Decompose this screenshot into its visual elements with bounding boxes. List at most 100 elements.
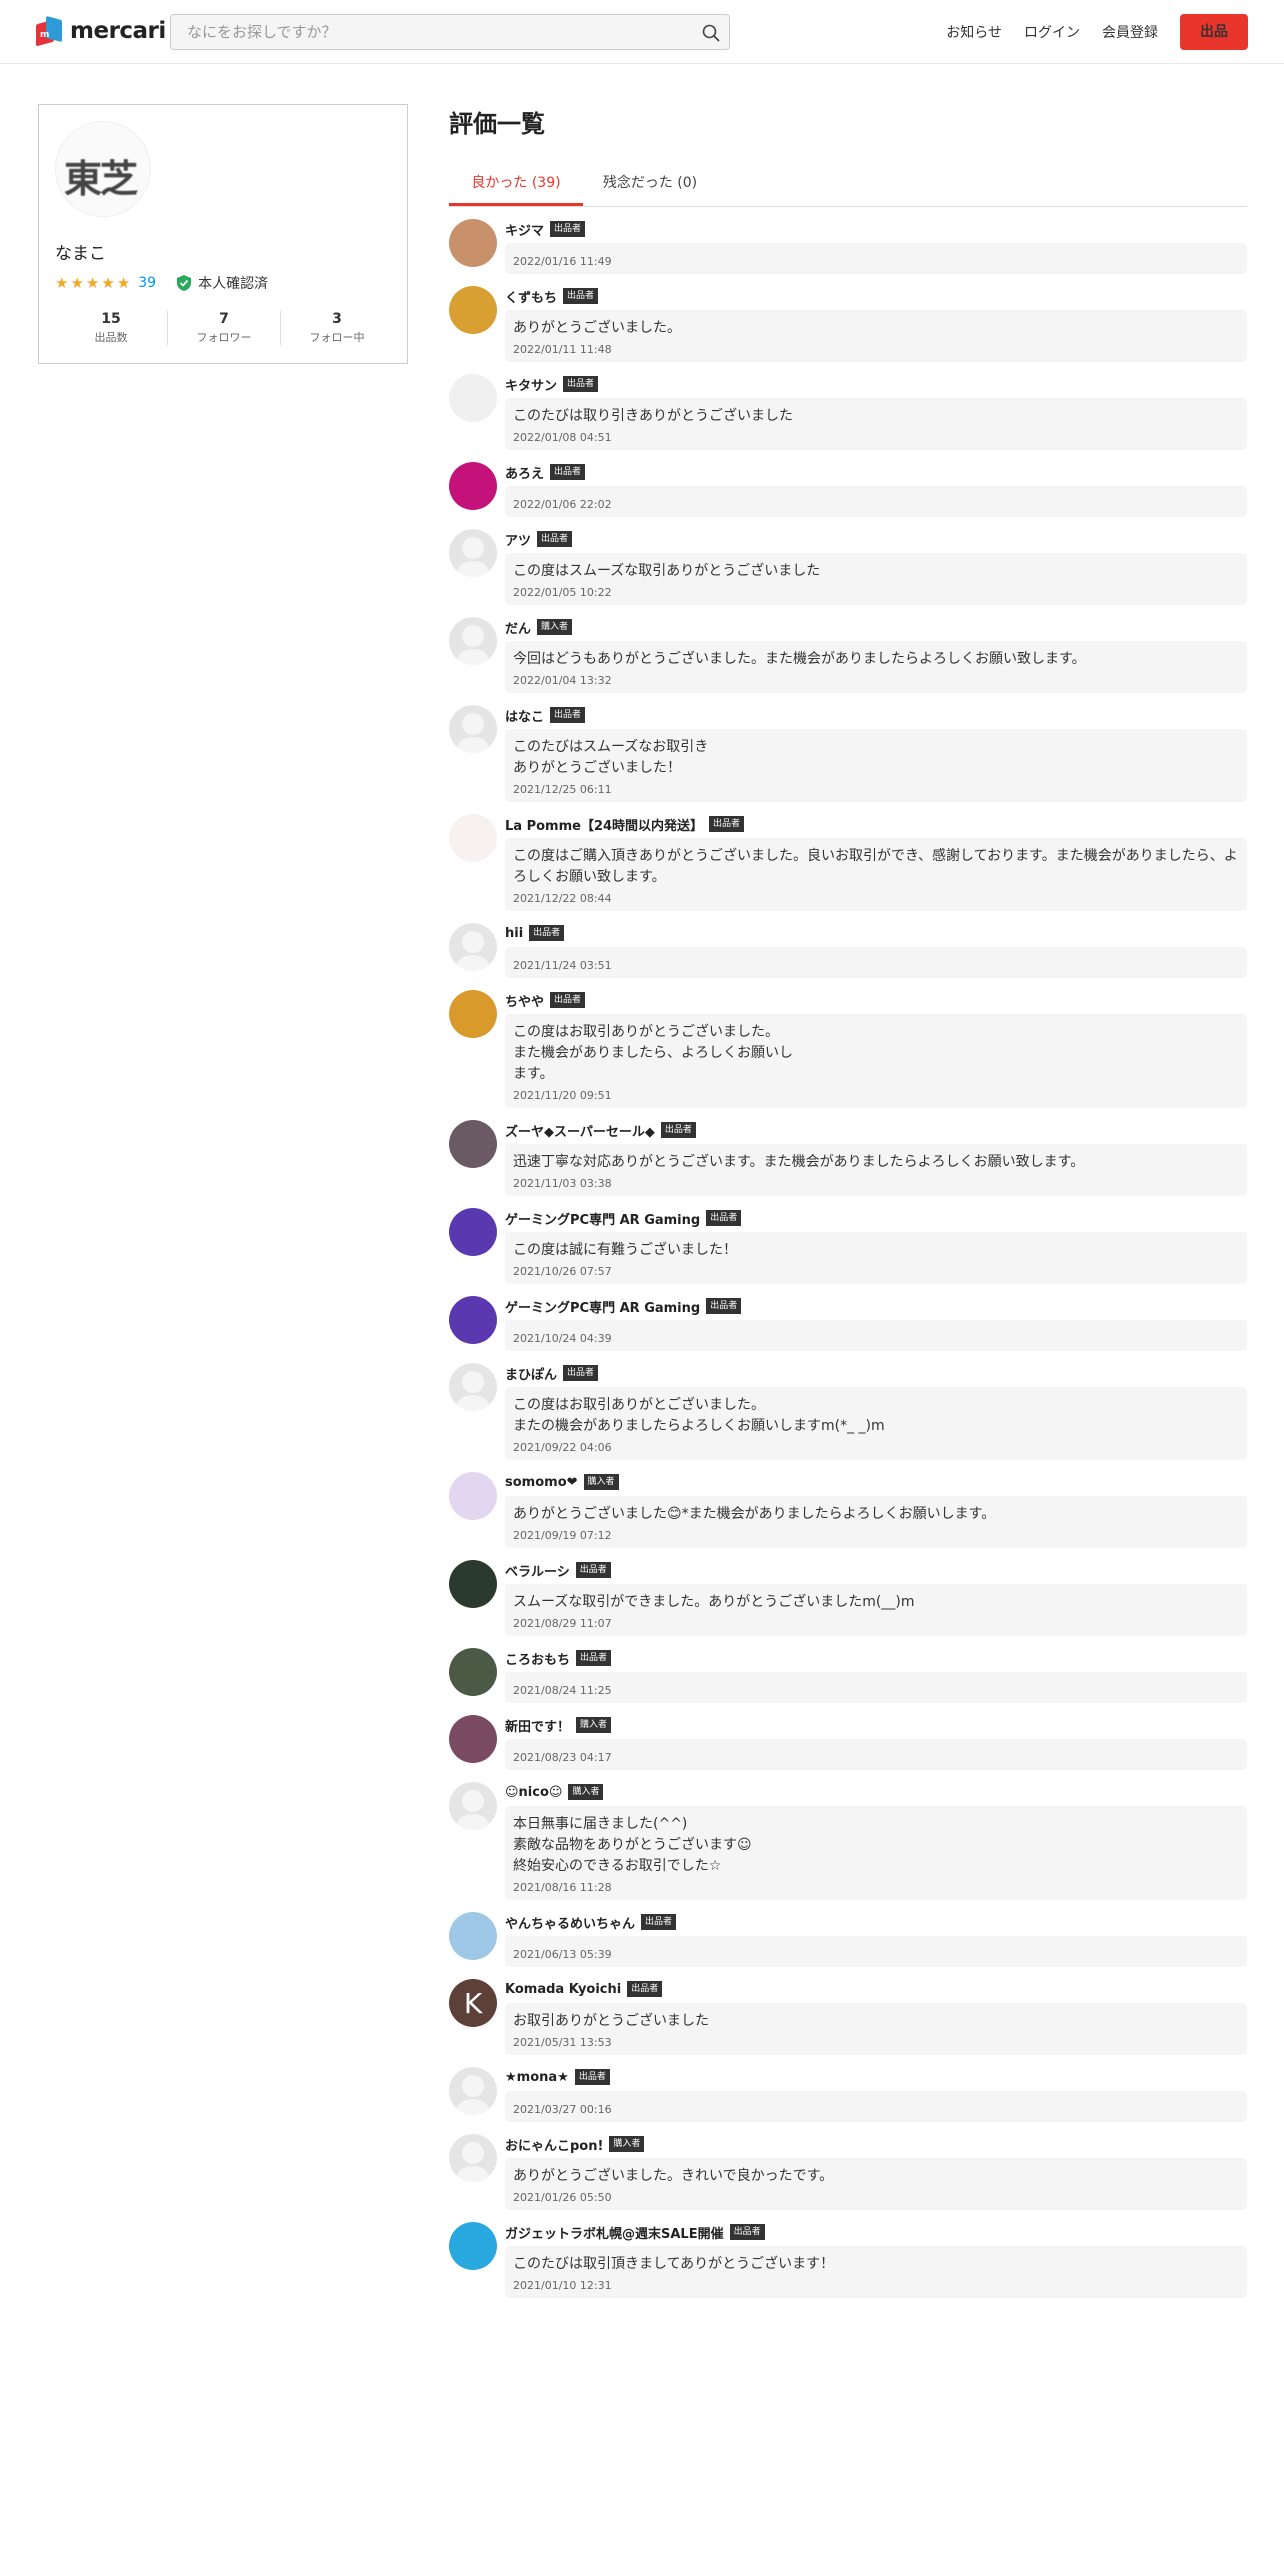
stat-listings[interactable]: 15 出品数 xyxy=(55,311,168,345)
user-avatar[interactable] xyxy=(449,529,497,577)
review-bubble: この度はスムーズな取引ありがとうございました 2022/01/05 10:22 xyxy=(505,553,1247,605)
reviewer-name[interactable]: やんちゃるめいちゃん xyxy=(505,1913,635,1932)
star-icon: ★ xyxy=(70,274,84,292)
reviewer-name[interactable]: ゲーミングPC専門 AR Gaming xyxy=(505,1209,700,1228)
star-icon: ★ xyxy=(116,274,131,292)
review-item: K Komada Kyoichi 出品者 お取引ありがとうございました 2021/05/… xyxy=(449,1979,1247,2055)
review-header: キタサン 出品者 xyxy=(505,374,1247,394)
reviewer-name[interactable]: ベラルーシ xyxy=(505,1561,570,1580)
user-avatar[interactable] xyxy=(449,1715,497,1763)
star-icon: ★ xyxy=(101,274,115,292)
reviewer-name[interactable]: ころおもち xyxy=(505,1649,570,1668)
reviewer-name[interactable]: somomo❤ xyxy=(505,1475,578,1490)
tab-good[interactable]: 良かった (39) xyxy=(449,163,583,206)
review-comment: このたびは取り引きありがとうございました xyxy=(513,408,793,424)
search-input[interactable] xyxy=(171,15,671,49)
review-header: 新田です！ 購入者 xyxy=(505,1715,1247,1735)
reviewer-name[interactable]: くずもち xyxy=(505,287,557,306)
reviewer-name[interactable]: はなこ xyxy=(505,706,544,725)
reviewer-name[interactable]: Komada Kyoichi xyxy=(505,1982,621,1997)
review-body: あろえ 出品者 2022/01/06 22:02 xyxy=(505,462,1247,517)
user-avatar[interactable] xyxy=(449,1648,497,1696)
reviewer-name[interactable]: まひぽん xyxy=(505,1364,557,1383)
review-date: 2021/09/22 04:06 xyxy=(513,1441,612,1454)
stat-following[interactable]: 3 フォロー中 xyxy=(281,311,393,345)
user-avatar[interactable] xyxy=(449,2067,497,2115)
review-date: 2021/11/03 03:38 xyxy=(513,1177,612,1190)
user-avatar[interactable] xyxy=(449,1296,497,1344)
review-bubble: ありがとうございました😊*また機会がありましたらよろしくお願いします。 2021/… xyxy=(505,1496,1247,1548)
review-item: アツ 出品者 この度はスムーズな取引ありがとうございました 2022/01/05 10… xyxy=(449,529,1247,605)
review-item: ズーヤ◆スーパーセール◆ 出品者 迅速丁寧な対応ありがとうございます。また機会があり… xyxy=(449,1120,1247,1196)
review-date: 2022/01/16 11:49 xyxy=(513,255,612,268)
verified-label: 本人確認済 xyxy=(198,276,269,292)
user-avatar[interactable] xyxy=(449,219,497,267)
reviewer-name[interactable]: hii xyxy=(505,926,523,941)
review-body: ころおもち 出品者 2021/08/24 11:25 xyxy=(505,1648,1247,1703)
user-avatar[interactable] xyxy=(449,923,497,971)
role-badge: 出品者 xyxy=(709,816,745,832)
user-avatar[interactable] xyxy=(449,374,497,422)
reviewer-name[interactable]: あろえ xyxy=(505,463,544,482)
sell-button[interactable]: 出品 xyxy=(1180,14,1248,50)
reviewer-name[interactable]: ズーヤ◆スーパーセール◆ xyxy=(505,1121,655,1140)
role-badge: 出品者 xyxy=(575,1562,611,1578)
user-avatar[interactable] xyxy=(449,286,497,334)
reviewer-name[interactable]: だん xyxy=(505,618,531,637)
reviewer-name[interactable]: キタサン xyxy=(505,375,557,394)
review-comment: ありがとうございました。 xyxy=(513,320,681,336)
reviewer-name[interactable]: La Pomme【24時間以内発送】 xyxy=(505,815,703,834)
user-avatar[interactable] xyxy=(449,1120,497,1168)
user-avatar[interactable] xyxy=(449,1363,497,1411)
role-badge: 出品者 xyxy=(627,1981,663,1997)
review-body: くずもち 出品者 ありがとうございました。 2022/01/11 11:48 xyxy=(505,286,1247,362)
mercari-logo[interactable]: m mercari xyxy=(36,15,166,47)
user-avatar[interactable] xyxy=(449,617,497,665)
reviewer-name[interactable]: 新田です！ xyxy=(505,1716,570,1735)
signup-link[interactable]: 会員登録 xyxy=(1102,22,1158,42)
reviewer-name[interactable]: ゲーミングPC専門 AR Gaming xyxy=(505,1297,700,1316)
user-avatar[interactable] xyxy=(449,2134,497,2182)
stat-value: 3 xyxy=(332,311,342,327)
review-date: 2021/06/13 05:39 xyxy=(513,1948,612,1961)
login-link[interactable]: ログイン xyxy=(1024,22,1080,42)
user-avatar[interactable] xyxy=(449,990,497,1038)
review-date: 2021/08/24 11:25 xyxy=(513,1684,612,1697)
reviewer-name[interactable]: ちやや xyxy=(505,991,544,1010)
reviewer-name[interactable]: キジマ xyxy=(505,220,544,239)
user-avatar[interactable] xyxy=(449,1782,497,1830)
reviewer-name[interactable]: ガジェットラボ札幌@週末SALE開催 xyxy=(505,2223,724,2242)
review-header: hii 出品者 xyxy=(505,923,1247,943)
user-avatar[interactable] xyxy=(449,705,497,753)
review-item: somomo❤ 購入者ありがとうございました😊*また機会がありましたらよろしくお願… xyxy=(449,1472,1247,1548)
review-date: 2022/01/05 10:22 xyxy=(513,586,612,599)
profile-avatar: 東芝 xyxy=(55,121,151,217)
rating-count[interactable]: 39 xyxy=(138,275,156,291)
user-avatar[interactable] xyxy=(449,2222,497,2270)
user-avatar[interactable] xyxy=(449,1472,497,1520)
user-avatar[interactable]: K xyxy=(449,1979,497,2027)
review-body: ちやや 出品者 この度はお取引ありがとうございました。 また機会がありましたら、よろ… xyxy=(505,990,1247,1108)
user-avatar[interactable] xyxy=(449,1208,497,1256)
stat-followers[interactable]: 7 フォロワー xyxy=(168,311,281,345)
user-avatar[interactable] xyxy=(449,814,497,862)
review-header: くずもち 出品者 xyxy=(505,286,1247,306)
user-avatar[interactable] xyxy=(449,1560,497,1608)
tab-bad[interactable]: 残念だった (0) xyxy=(583,163,717,206)
review-item: はなこ 出品者 このたびはスムーズなお取引き ありがとうございました！ 2021/12… xyxy=(449,705,1247,802)
review-tabs: 良かった (39) 残念だった (0) xyxy=(449,163,1247,207)
profile-name: なまこ xyxy=(55,244,106,264)
search-icon[interactable] xyxy=(701,23,721,43)
role-badge: 購入者 xyxy=(576,1717,612,1733)
review-bubble: 本日無事に届きました(^^) 素敵な品物をありがとうございます☺ 終始安心のでき… xyxy=(505,1806,1247,1900)
reviewer-name[interactable]: おにゃんこpon! xyxy=(505,2135,603,2154)
review-body: 新田です！ 購入者 2021/08/23 04:17 xyxy=(505,1715,1247,1770)
review-header: somomo❤ 購入者 xyxy=(505,1472,1247,1492)
reviewer-name[interactable]: アツ xyxy=(505,530,531,549)
reviewer-name[interactable]: ☺nico☺ xyxy=(505,1785,562,1800)
user-avatar[interactable] xyxy=(449,1912,497,1960)
notices-link[interactable]: お知らせ xyxy=(946,22,1002,42)
review-item: まひぽん 出品者 この度はお取引ありがとございました。 またの機会がありましたらよろ… xyxy=(449,1363,1247,1460)
reviewer-name[interactable]: ★mona★ xyxy=(505,2070,569,2085)
user-avatar[interactable] xyxy=(449,462,497,510)
